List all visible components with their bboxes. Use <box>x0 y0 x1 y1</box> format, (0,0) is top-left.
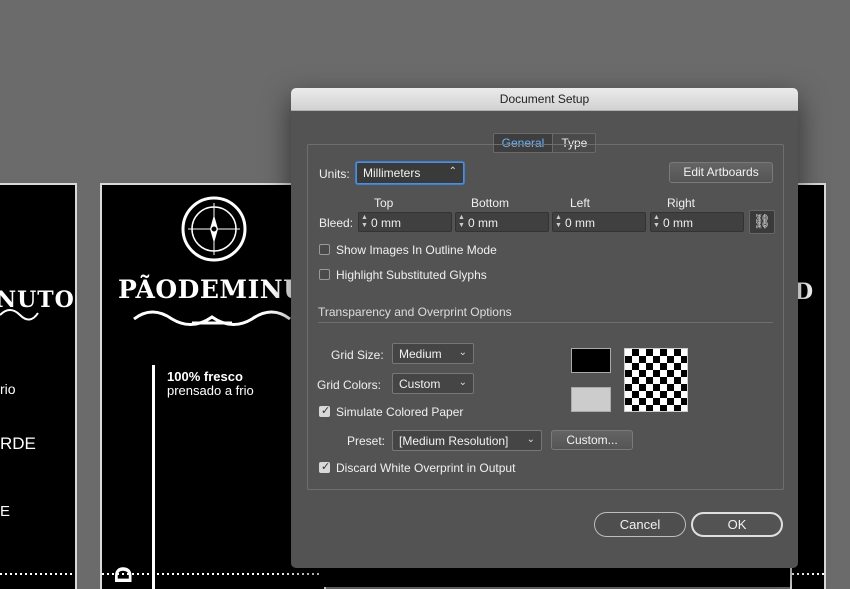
grid-colors-label: Grid Colors: <box>317 378 382 392</box>
preset-label: Preset: <box>347 434 386 448</box>
stepper-icon[interactable]: ▲ ▼ <box>555 214 562 230</box>
show-images-outline-label: Show Images In Outline Mode <box>336 243 497 257</box>
discard-white-checkbox[interactable] <box>319 460 330 473</box>
highlight-glyphs-label: Highlight Substituted Glyphs <box>336 268 487 282</box>
transparency-section-heading: Transparency and Overprint Options <box>318 305 512 319</box>
transparency-grid-preview <box>624 348 688 412</box>
bleed-bottom-field[interactable]: ▲ ▼ 0 mm <box>455 212 549 232</box>
grid-colors-select[interactable]: Custom ⌄ <box>392 373 474 394</box>
units-value: Millimeters <box>363 166 421 180</box>
left-text-e: E <box>0 503 11 520</box>
bleed-right-label: Right <box>667 196 696 210</box>
bleed-label: Bleed: <box>319 216 354 230</box>
bleed-right-field[interactable]: ▲ ▼ 0 mm <box>650 212 744 232</box>
bleed-top-field[interactable]: ▲ ▼ 0 mm <box>358 212 452 232</box>
dashed-line <box>792 573 824 575</box>
left-text-rde: RDE <box>0 434 36 453</box>
dashed-line <box>102 573 324 575</box>
show-images-outline-checkbox[interactable] <box>319 244 330 255</box>
ok-button[interactable]: OK <box>691 512 783 537</box>
ornament-flourish <box>133 310 291 326</box>
link-bleed-icon[interactable]: ⛓ <box>749 210 775 234</box>
discard-white-label: Discard White Overprint in Output <box>336 461 516 475</box>
edit-artboards-button[interactable]: Edit Artboards <box>669 162 773 183</box>
bleed-left-label: Left <box>570 196 591 210</box>
units-label: Units: <box>319 167 350 181</box>
chevron-down-icon: ⌄ <box>458 377 467 388</box>
fresh-regular-text: prensado a frio <box>167 383 254 398</box>
brand-text-left: NUTO <box>0 287 75 313</box>
bleed-top-label: Top <box>374 196 394 210</box>
artboard-bottom-strip <box>600 565 790 587</box>
simulate-paper-label: Simulate Colored Paper <box>336 405 464 419</box>
custom-button[interactable]: Custom... <box>551 430 633 450</box>
section-divider <box>318 322 773 323</box>
preset-select[interactable]: [Medium Resolution] ⌄ <box>392 430 542 451</box>
preset-value: [Medium Resolution] <box>399 434 509 448</box>
bleed-left-field[interactable]: ▲ ▼ 0 mm <box>552 212 646 232</box>
stepper-icon[interactable]: ▲ ▼ <box>653 214 660 230</box>
units-select[interactable]: Millimeters ⌃ <box>356 162 464 184</box>
artboard-bottom-strip <box>322 565 602 587</box>
vertical-rule <box>152 365 155 589</box>
grid-size-label: Grid Size: <box>331 348 384 362</box>
chevron-down-icon: ⌄ <box>458 347 467 358</box>
highlight-glyphs-checkbox[interactable] <box>319 269 330 280</box>
vertical-letter: D <box>110 566 138 584</box>
grid-colors-value: Custom <box>399 377 441 391</box>
dashed-line <box>0 573 75 575</box>
chevron-updown-icon: ⌃ <box>448 166 457 177</box>
left-text-rio: rio <box>0 381 16 397</box>
chevron-down-icon: ⌄ <box>526 434 535 445</box>
simulate-paper-checkbox[interactable] <box>319 404 330 417</box>
paper-color-swatch[interactable] <box>571 387 611 412</box>
dialog-title: Document Setup <box>291 88 798 111</box>
cancel-button[interactable]: Cancel <box>594 512 686 537</box>
artboard-left: NUTO rio RDE E <box>0 183 77 589</box>
stepper-icon[interactable]: ▲ ▼ <box>361 214 368 230</box>
grid-size-value: Medium <box>399 347 442 361</box>
grid-size-select[interactable]: Medium ⌄ <box>392 343 474 364</box>
general-panel: Units: Millimeters ⌃ Edit Artboards Top … <box>307 144 784 490</box>
clock-logo-icon <box>181 196 247 262</box>
grid-color-dark-swatch[interactable] <box>571 348 611 373</box>
fresh-bold-text: 100% fresco <box>167 369 243 384</box>
document-setup-dialog: Document Setup General Type Units: Millim… <box>291 88 798 568</box>
stepper-icon[interactable]: ▲ ▼ <box>458 214 465 230</box>
bleed-bottom-label: Bottom <box>471 196 510 210</box>
